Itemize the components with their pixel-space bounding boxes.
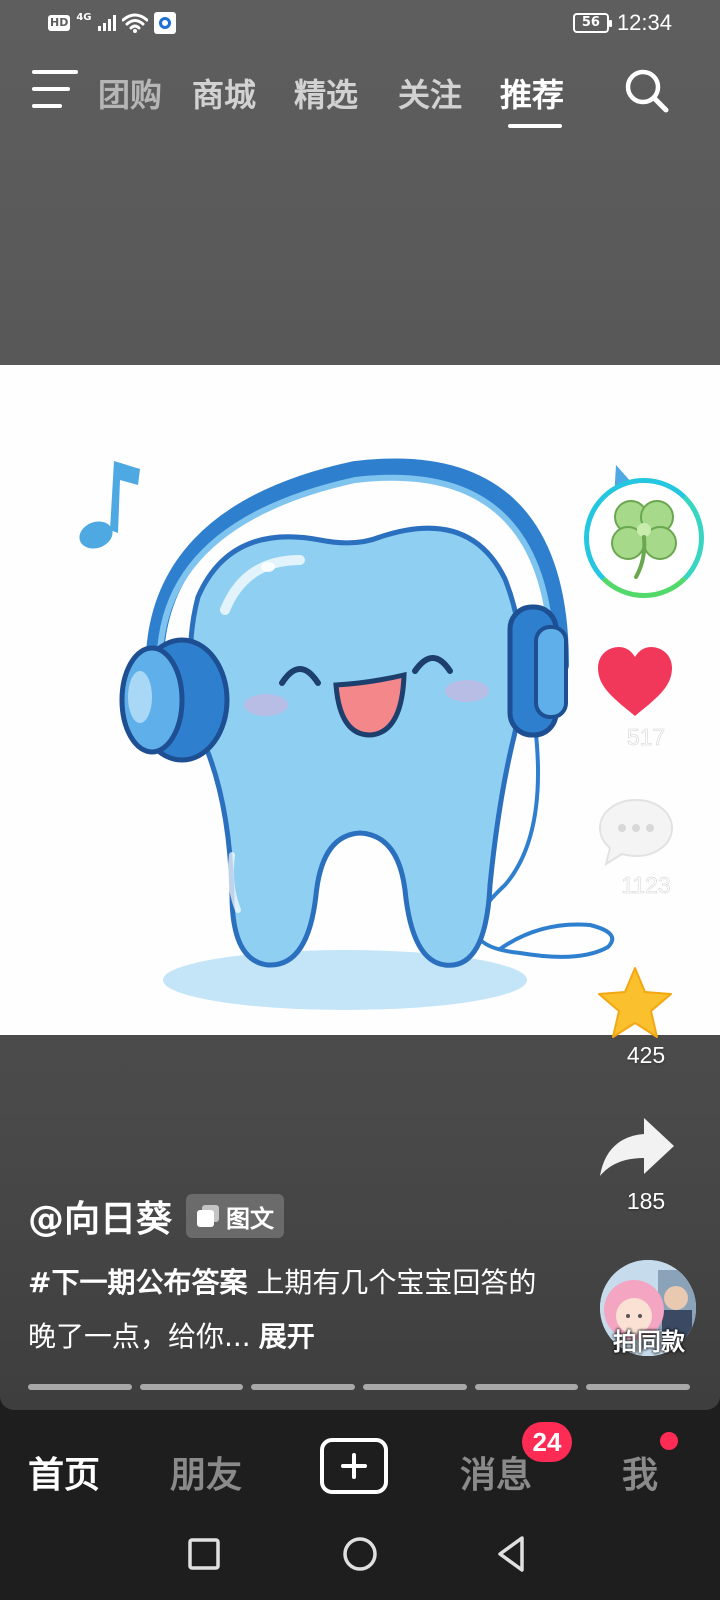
page-dot xyxy=(251,1384,356,1390)
remix-button[interactable]: 拍同款 xyxy=(600,1260,700,1360)
system-nav-bar xyxy=(0,1510,720,1600)
top-nav: 团购 商城 精选 关注 推荐 xyxy=(0,62,720,132)
image-page-indicator xyxy=(28,1384,691,1390)
expand-button[interactable]: 展开 xyxy=(259,1320,315,1353)
me-notification-dot xyxy=(660,1432,678,1450)
author-name[interactable]: @向日葵 xyxy=(28,1190,172,1242)
feed-screen: HD 4G 56 12:34 团购 商城 精选 关注 推荐 517 1123 4… xyxy=(0,0,720,1410)
status-time: 12:34 xyxy=(616,10,672,35)
active-tab-indicator xyxy=(508,124,562,128)
clover-icon xyxy=(611,500,677,579)
remix-label: 拍同款 xyxy=(613,1328,685,1356)
wifi-icon xyxy=(121,13,148,33)
recent-apps-icon[interactable] xyxy=(182,1532,226,1576)
author-row: @向日葵 图文 xyxy=(28,1190,285,1242)
status-right: 56 12:34 xyxy=(572,10,672,36)
search-icon[interactable] xyxy=(622,66,672,116)
status-left: HD 4G xyxy=(48,12,176,34)
tab-following[interactable]: 关注 xyxy=(398,70,462,116)
back-icon[interactable] xyxy=(490,1532,534,1576)
status-bar: HD 4G 56 12:34 xyxy=(0,0,720,50)
page-dot xyxy=(586,1384,691,1390)
tab-featured[interactable]: 精选 xyxy=(294,70,358,116)
tab-recommended[interactable]: 推荐 xyxy=(500,70,564,116)
page-dot xyxy=(28,1384,132,1390)
signal-icon xyxy=(97,15,116,31)
like-count: 517 xyxy=(626,724,666,751)
favorite-count: 425 xyxy=(626,1042,666,1068)
post-caption[interactable]: #下一期公布答案 上期有几个宝宝回答的晚了一点，给你... 展开 xyxy=(28,1256,548,1364)
post-type-badge: 图文 xyxy=(186,1194,285,1238)
share-icon[interactable] xyxy=(598,1116,676,1178)
page-dot xyxy=(474,1384,579,1390)
nav-messages[interactable]: 消息 xyxy=(460,1446,532,1498)
bottom-nav: 首页 朋友 消息 24 我 xyxy=(0,1410,720,1510)
hd-indicator: HD xyxy=(48,15,71,31)
favorite-icon[interactable] xyxy=(596,966,674,1040)
app-notification-icon xyxy=(153,12,176,34)
menu-icon[interactable] xyxy=(32,70,78,108)
post-type-label: 图文 xyxy=(226,1204,275,1233)
home-icon[interactable] xyxy=(338,1532,382,1576)
nav-me[interactable]: 我 xyxy=(622,1446,658,1498)
message-badge: 24 xyxy=(522,1422,572,1462)
plus-icon xyxy=(341,1453,367,1479)
share-count: 185 xyxy=(626,1188,666,1214)
publish-button[interactable] xyxy=(320,1438,388,1494)
comment-icon[interactable] xyxy=(598,798,674,866)
tab-mall[interactable]: 商城 xyxy=(192,70,256,116)
caption-hashtag[interactable]: #下一期公布答案 xyxy=(28,1266,247,1299)
image-text-icon xyxy=(197,1205,220,1227)
music-note-icon xyxy=(79,461,140,549)
author-avatar[interactable] xyxy=(584,478,704,598)
page-dot xyxy=(363,1384,467,1390)
like-icon[interactable] xyxy=(596,646,674,718)
network-type: 4G xyxy=(76,11,92,23)
nav-friends[interactable]: 朋友 xyxy=(170,1446,242,1498)
battery-icon: 56 xyxy=(572,13,612,33)
comment-count: 1123 xyxy=(621,872,671,899)
tab-group-buy[interactable]: 团购 xyxy=(100,70,162,116)
nav-home[interactable]: 首页 xyxy=(28,1446,100,1498)
page-dot xyxy=(139,1384,244,1390)
